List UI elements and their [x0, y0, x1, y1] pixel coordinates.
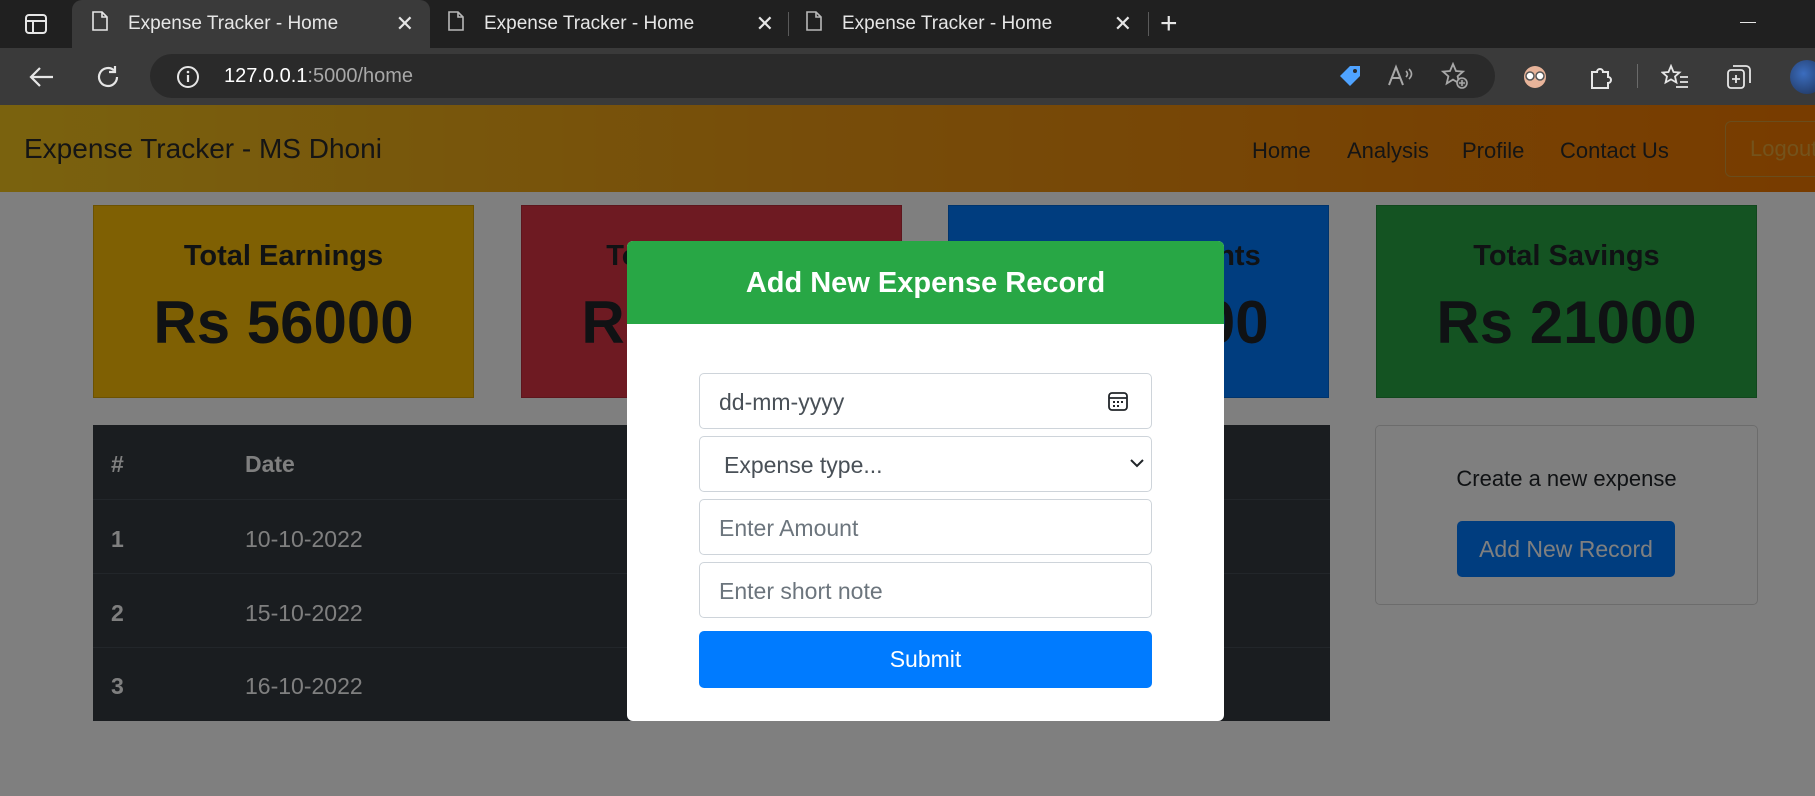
tab-actions-icon[interactable] [18, 10, 54, 38]
modal-header: Add New Expense Record [627, 241, 1224, 324]
favorites-icon[interactable] [1660, 62, 1690, 92]
profile-extension-icon[interactable] [1520, 62, 1550, 92]
add-favorite-icon[interactable] [1440, 61, 1470, 91]
coupon-tag-icon[interactable] [1335, 61, 1365, 91]
submit-button[interactable]: Submit [699, 631, 1152, 688]
refresh-icon[interactable] [93, 62, 123, 92]
expense-type-select[interactable]: Expense type... [699, 436, 1152, 492]
calendar-icon[interactable] [1107, 390, 1129, 417]
date-input[interactable]: dd-mm-yyyy [699, 373, 1152, 429]
read-aloud-icon[interactable] [1385, 61, 1415, 91]
site-info-icon[interactable] [176, 65, 200, 94]
extensions-icon[interactable] [1586, 62, 1616, 92]
note-placeholder: Enter short note [719, 578, 883, 604]
expense-type-placeholder: Expense type... [724, 452, 883, 478]
close-tab-icon[interactable]: ✕ [1114, 13, 1132, 35]
tab-title: Expense Tracker - Home [484, 13, 695, 34]
chevron-down-icon [1129, 456, 1145, 474]
close-tab-icon[interactable]: ✕ [396, 13, 414, 35]
date-placeholder: dd-mm-yyyy [719, 389, 845, 415]
amount-placeholder: Enter Amount [719, 515, 859, 541]
web-page: Expense Tracker - MS Dhoni Home Analysis… [0, 105, 1815, 796]
tab-title: Expense Tracker - Home [842, 13, 1053, 34]
back-arrow-icon[interactable] [27, 62, 57, 92]
profile-avatar[interactable] [1790, 60, 1815, 94]
browser-address-bar: 127.0.0.1:5000/home [0, 48, 1815, 105]
page-icon [92, 11, 128, 37]
tab-separator [788, 12, 789, 36]
amount-input[interactable]: Enter Amount [699, 499, 1152, 555]
new-tab-icon[interactable]: + [1160, 9, 1178, 39]
tab-title: Expense Tracker - Home [128, 13, 339, 34]
add-expense-modal: Add New Expense Record dd-mm-yyyy Expens… [627, 241, 1224, 721]
note-input[interactable]: Enter short note [699, 562, 1152, 618]
toolbar-divider [1637, 64, 1638, 88]
browser-tab-1[interactable]: Expense Tracker - Home ✕ [72, 0, 430, 48]
page-icon [448, 11, 484, 37]
page-icon [806, 11, 842, 37]
tab-separator [1148, 12, 1149, 36]
browser-tab-2[interactable]: Expense Tracker - Home ✕ [432, 0, 790, 48]
modal-title: Add New Expense Record [745, 267, 1106, 299]
minimize-icon[interactable] [1740, 22, 1756, 23]
collections-icon[interactable] [1724, 62, 1754, 92]
close-tab-icon[interactable]: ✕ [756, 13, 774, 35]
url-field[interactable]: 127.0.0.1:5000/home [150, 54, 1495, 98]
url-text: 127.0.0.1:5000/home [224, 65, 414, 87]
browser-tab-bar: Expense Tracker - Home ✕ Expense Tracker… [0, 0, 1815, 48]
browser-tab-3[interactable]: Expense Tracker - Home ✕ [790, 0, 1148, 48]
